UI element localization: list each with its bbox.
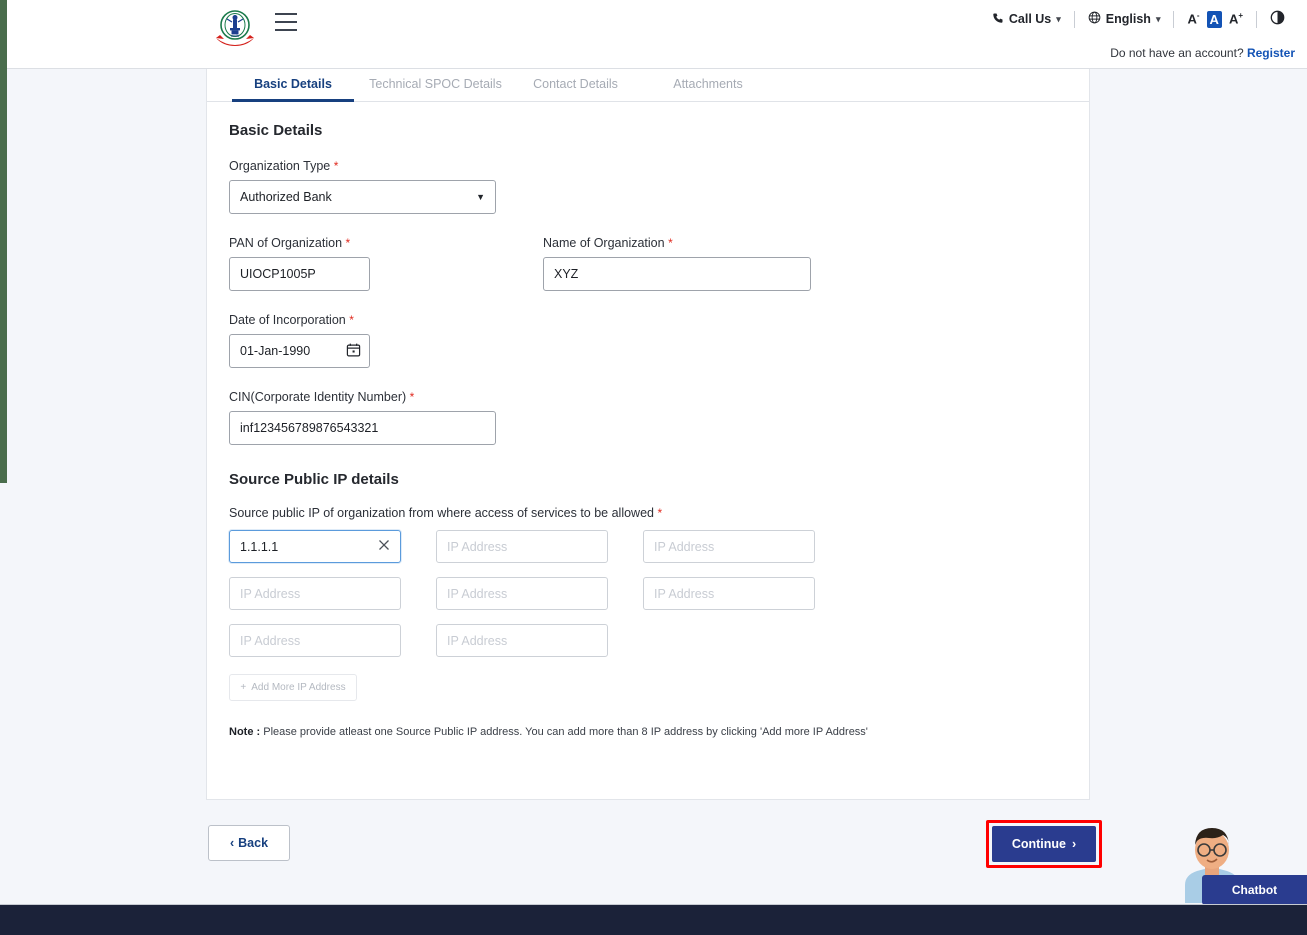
organization-type-select[interactable]: Authorized Bank ▼	[229, 180, 496, 214]
ip-input-6[interactable]	[643, 577, 815, 610]
back-label: Back	[238, 836, 269, 850]
language-selector[interactable]: English ▾	[1075, 11, 1174, 27]
call-us-label: Call Us	[1008, 12, 1052, 26]
pan-name-row: PAN of Organization * Name of Organizati…	[229, 236, 1067, 291]
required-marker: *	[668, 236, 673, 250]
ip-note: Note : Please provide atleast one Source…	[229, 723, 889, 742]
globe-icon	[1088, 11, 1101, 27]
continue-button[interactable]: Continue ›	[992, 826, 1096, 862]
add-more-label: Add More IP Address	[251, 682, 346, 693]
ip-cell-1	[229, 530, 401, 563]
right-gutter	[1090, 69, 1307, 800]
organization-type-label: Organization Type *	[229, 159, 339, 173]
tab-contact-details[interactable]: Contact Details	[508, 77, 643, 101]
language-label: English	[1105, 12, 1151, 26]
org-name-field: Name of Organization *	[543, 236, 811, 291]
chatbot-widget[interactable]: Chatbot	[1170, 821, 1307, 905]
form-actions: ‹ Back Continue ›	[206, 820, 1102, 868]
phone-icon	[992, 12, 1004, 27]
cin-row: CIN(Corporate Identity Number) *	[229, 390, 1067, 445]
chatbot-label: Chatbot	[1231, 883, 1278, 897]
date-of-incorporation-input[interactable]	[229, 334, 370, 368]
ip-input-4[interactable]	[229, 577, 401, 610]
font-increase-button[interactable]: A+	[1229, 12, 1243, 26]
left-edge-strip	[0, 0, 7, 483]
site-footer	[0, 905, 1307, 935]
chevron-right-icon: ›	[1072, 837, 1077, 851]
add-more-ip-address-button[interactable]: + Add More IP Address	[229, 674, 357, 701]
call-us-button[interactable]: Call Us ▾	[979, 12, 1074, 27]
pan-label: PAN of Organization *	[229, 236, 351, 250]
ip-cell-8	[436, 624, 608, 657]
ip-input-8[interactable]	[436, 624, 608, 657]
ip-cell-4	[229, 577, 401, 610]
chevron-down-icon: ▾	[1155, 13, 1161, 24]
ip-cell-5	[436, 577, 608, 610]
ip-cell-7	[229, 624, 401, 657]
date-of-incorporation-label: Date of Incorporation *	[229, 313, 354, 327]
account-prompt-text: Do not have an account?	[1110, 46, 1244, 60]
form-body: Basic Details Organization Type * Author…	[207, 102, 1089, 742]
org-name-input[interactable]	[543, 257, 811, 291]
contrast-icon	[1270, 10, 1285, 28]
ip-address-grid	[229, 530, 1067, 657]
organization-type-value: Authorized Bank	[240, 190, 332, 204]
cin-label: CIN(Corporate Identity Number) *	[229, 390, 415, 404]
contrast-toggle-button[interactable]	[1257, 10, 1297, 28]
ip-cell-3	[643, 530, 815, 563]
page-root: सत्यमेव Call Us ▾ English ▾ A- A A+ Do n…	[0, 0, 1307, 935]
chatbot-tab-button[interactable]: Chatbot	[1202, 875, 1307, 905]
required-marker: *	[333, 159, 339, 173]
organization-type-field: Organization Type * Authorized Bank ▼	[229, 159, 496, 214]
clear-x-icon[interactable]	[377, 538, 392, 553]
org-name-label: Name of Organization *	[543, 236, 673, 250]
ip-cell-6	[643, 577, 815, 610]
continue-label: Continue	[1011, 837, 1066, 851]
note-prefix: Note :	[229, 726, 261, 738]
continue-highlight-box: Continue ›	[986, 820, 1102, 868]
ip-input-2[interactable]	[436, 530, 608, 563]
ip-section-heading: Source Public IP details	[229, 471, 399, 488]
required-marker: *	[349, 313, 354, 327]
cin-input[interactable]	[229, 411, 496, 445]
register-link[interactable]: Register	[1247, 46, 1295, 60]
cin-field: CIN(Corporate Identity Number) *	[229, 390, 496, 445]
header-utility-bar: Call Us ▾ English ▾ A- A A+	[979, 10, 1297, 28]
chevron-left-icon: ‹	[229, 836, 235, 850]
font-normal-button[interactable]: A	[1206, 10, 1222, 28]
font-decrease-button[interactable]: A-	[1187, 12, 1199, 26]
font-size-controls: A- A A+	[1174, 10, 1256, 28]
ip-cell-2	[436, 530, 608, 563]
organization-type-row: Organization Type * Authorized Bank ▼	[229, 159, 1067, 214]
ip-section-label: Source public IP of organization from wh…	[229, 506, 663, 520]
back-button[interactable]: ‹ Back	[208, 825, 290, 861]
required-marker: *	[345, 236, 351, 250]
svg-text:सत्यमेव: सत्यमेव	[231, 34, 240, 38]
date-row: Date of Incorporation *	[229, 313, 1067, 368]
ip-input-1[interactable]	[229, 530, 401, 563]
chevron-down-icon: ▼	[476, 192, 485, 202]
chevron-down-icon: ▾	[1056, 13, 1061, 24]
pan-input[interactable]	[229, 257, 370, 291]
hamburger-icon[interactable]	[275, 13, 297, 31]
ip-input-7[interactable]	[229, 624, 401, 657]
form-tabs: Basic Details Technical SPOC Details Con…	[207, 69, 1089, 102]
register-prompt: Do not have an account? Register	[1110, 46, 1295, 60]
basic-details-heading: Basic Details	[229, 122, 323, 139]
tab-attachments[interactable]: Attachments	[643, 77, 773, 101]
note-text: Please provide atleast one Source Public…	[260, 726, 868, 738]
required-marker: *	[409, 390, 415, 404]
tab-technical-spoc-details[interactable]: Technical SPOC Details	[363, 77, 508, 101]
plus-icon: +	[240, 682, 247, 693]
form-card: Basic Details Technical SPOC Details Con…	[206, 69, 1090, 800]
pan-field: PAN of Organization *	[229, 236, 370, 291]
national-emblem-logo[interactable]: सत्यमेव	[210, 8, 260, 50]
ip-input-3[interactable]	[643, 530, 815, 563]
site-header: सत्यमेव Call Us ▾ English ▾ A- A A+ Do n…	[7, 0, 1307, 69]
required-marker: *	[657, 506, 663, 520]
tab-basic-details[interactable]: Basic Details	[223, 77, 363, 102]
ip-input-5[interactable]	[436, 577, 608, 610]
date-of-incorporation-field: Date of Incorporation *	[229, 313, 370, 368]
